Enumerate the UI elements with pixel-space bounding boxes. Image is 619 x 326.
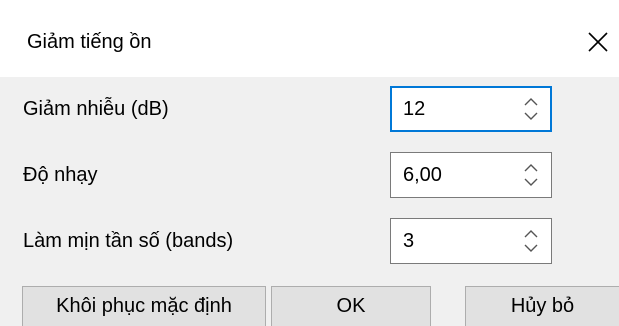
noise-reduction-label: Giảm nhiễu (dB): [23, 98, 169, 120]
frequency-smoothing-label: Làm mịn tần số (bands): [23, 230, 234, 252]
frequency-smoothing-value[interactable]: 3: [403, 228, 414, 254]
sensitivity-value[interactable]: 6,00: [403, 162, 442, 188]
sensitivity-label: Độ nhạy: [23, 164, 98, 186]
ok-button[interactable]: OK: [271, 286, 431, 326]
spin-arrows-icon[interactable]: [523, 160, 539, 190]
cancel-button[interactable]: Hủy bỏ: [465, 286, 619, 326]
dialog-title: Giảm tiếng ồn: [27, 31, 152, 53]
noise-reduction-value[interactable]: 12: [403, 96, 425, 122]
sensitivity-spinbox[interactable]: 6,00: [390, 152, 552, 198]
spin-arrows-icon[interactable]: [523, 226, 539, 256]
dialog-titlebar: Giảm tiếng ồn: [0, 0, 619, 77]
close-icon[interactable]: [586, 30, 610, 54]
restore-defaults-button[interactable]: Khôi phục mặc định: [22, 286, 266, 326]
spin-arrows-icon[interactable]: [523, 94, 539, 124]
noise-reduction-spinbox[interactable]: 12: [390, 86, 552, 132]
frequency-smoothing-spinbox[interactable]: 3: [390, 218, 552, 264]
